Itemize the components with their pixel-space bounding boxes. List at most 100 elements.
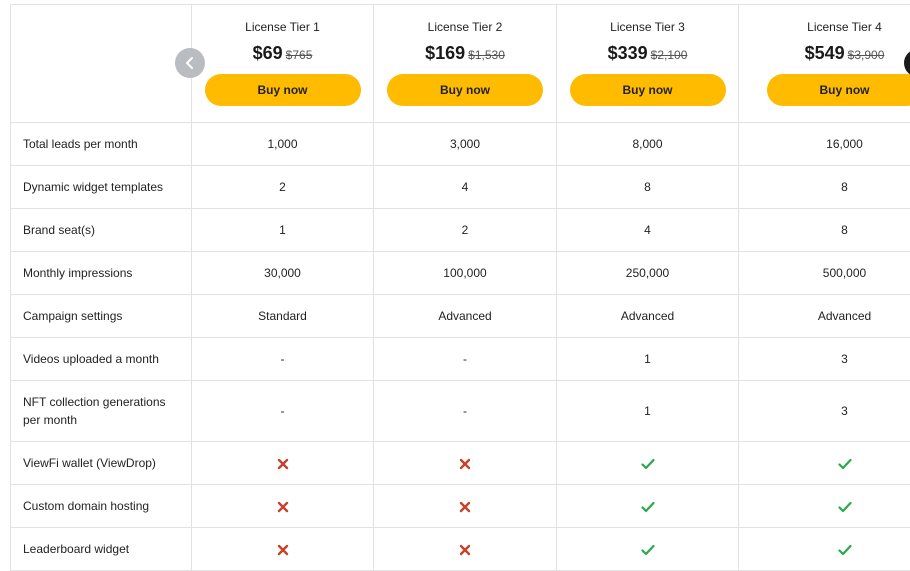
feature-value-cell bbox=[374, 528, 557, 571]
feature-value-cell bbox=[739, 442, 910, 485]
tier-header-row: License Tier 1 $69$765 Buy now License T… bbox=[11, 5, 910, 123]
tier-price: $169 bbox=[425, 43, 465, 63]
feature-value-cell bbox=[192, 528, 374, 571]
feature-row: Videos uploaded a month--13 bbox=[11, 338, 910, 381]
feature-value: 250,000 bbox=[557, 252, 739, 295]
feature-value: 4 bbox=[557, 209, 739, 252]
feature-value: 3 bbox=[739, 338, 910, 381]
feature-label: Campaign settings bbox=[11, 295, 192, 338]
feature-row: NFT collection generations per month--13 bbox=[11, 381, 910, 442]
feature-row: Dynamic widget templates2488 bbox=[11, 166, 910, 209]
feature-label: Total leads per month bbox=[11, 123, 192, 166]
cross-icon bbox=[277, 458, 289, 470]
feature-value-cell bbox=[557, 528, 739, 571]
header-empty-cell bbox=[11, 5, 192, 123]
feature-value: 8,000 bbox=[557, 123, 739, 166]
feature-value: 3 bbox=[739, 381, 910, 442]
feature-row: Campaign settingsStandardAdvancedAdvance… bbox=[11, 295, 910, 338]
cross-icon bbox=[459, 501, 471, 513]
check-icon bbox=[838, 544, 852, 556]
tier-2-header: License Tier 2 $169$1,530 Buy now bbox=[374, 5, 557, 123]
feature-value-cell bbox=[374, 442, 557, 485]
tier-3-header: License Tier 3 $339$2,100 Buy now bbox=[557, 5, 739, 123]
feature-value-cell bbox=[374, 485, 557, 528]
feature-label: Videos uploaded a month bbox=[11, 338, 192, 381]
buy-now-button-tier-4[interactable]: Buy now bbox=[767, 74, 910, 106]
feature-value: 16,000 bbox=[739, 123, 910, 166]
feature-value-cell bbox=[739, 528, 910, 571]
tier-name: License Tier 1 bbox=[192, 20, 373, 34]
feature-rows: Total leads per month1,0003,0008,00016,0… bbox=[11, 123, 910, 571]
tier-1-header: License Tier 1 $69$765 Buy now bbox=[192, 5, 374, 123]
feature-value: 3,000 bbox=[374, 123, 557, 166]
carousel-prev-button[interactable] bbox=[175, 48, 205, 78]
feature-value: 2 bbox=[192, 166, 374, 209]
tier-old-price: $2,100 bbox=[651, 48, 688, 62]
feature-row: Total leads per month1,0003,0008,00016,0… bbox=[11, 123, 910, 166]
feature-value: 2 bbox=[374, 209, 557, 252]
feature-value-cell bbox=[557, 485, 739, 528]
feature-value: 1 bbox=[192, 209, 374, 252]
feature-value-cell bbox=[739, 485, 910, 528]
feature-label: Brand seat(s) bbox=[11, 209, 192, 252]
tier-price: $549 bbox=[805, 43, 845, 63]
feature-row: Monthly impressions30,000100,000250,0005… bbox=[11, 252, 910, 295]
cross-icon bbox=[277, 501, 289, 513]
buy-now-button-tier-1[interactable]: Buy now bbox=[205, 74, 361, 106]
feature-value: 100,000 bbox=[374, 252, 557, 295]
feature-value: Advanced bbox=[739, 295, 910, 338]
cross-icon bbox=[459, 544, 471, 556]
tier-4-header: License Tier 4 $549$3,900 Buy now bbox=[739, 5, 910, 123]
tier-name: License Tier 4 bbox=[739, 20, 910, 34]
feature-value: Standard bbox=[192, 295, 374, 338]
feature-label: Monthly impressions bbox=[11, 252, 192, 295]
feature-value: Advanced bbox=[374, 295, 557, 338]
feature-label: NFT collection generations per month bbox=[11, 381, 192, 442]
feature-value: - bbox=[192, 381, 374, 442]
check-icon bbox=[838, 458, 852, 470]
tier-old-price: $3,900 bbox=[848, 48, 885, 62]
tier-price: $69 bbox=[253, 43, 283, 63]
feature-value: 1 bbox=[557, 338, 739, 381]
chevron-right-icon bbox=[904, 49, 910, 63]
feature-value: 8 bbox=[557, 166, 739, 209]
feature-label: ViewFi wallet (ViewDrop) bbox=[11, 442, 192, 485]
tier-name: License Tier 3 bbox=[557, 20, 738, 34]
feature-value: - bbox=[192, 338, 374, 381]
feature-label: Leaderboard widget bbox=[11, 528, 192, 571]
chevron-left-icon bbox=[184, 56, 196, 70]
feature-value: 8 bbox=[739, 209, 910, 252]
feature-value: 30,000 bbox=[192, 252, 374, 295]
feature-value: - bbox=[374, 381, 557, 442]
buy-now-button-tier-2[interactable]: Buy now bbox=[387, 74, 543, 106]
feature-label: Custom domain hosting bbox=[11, 485, 192, 528]
tier-price-line: $69$765 bbox=[192, 41, 373, 65]
pricing-comparison-table: License Tier 1 $69$765 Buy now License T… bbox=[10, 4, 910, 571]
feature-value: 4 bbox=[374, 166, 557, 209]
feature-value: 1,000 bbox=[192, 123, 374, 166]
feature-row: Custom domain hosting bbox=[11, 485, 910, 528]
feature-row: Brand seat(s)1248 bbox=[11, 209, 910, 252]
buy-now-button-tier-3[interactable]: Buy now bbox=[570, 74, 726, 106]
feature-value-cell bbox=[557, 442, 739, 485]
feature-value: - bbox=[374, 338, 557, 381]
check-icon bbox=[641, 544, 655, 556]
feature-value: 8 bbox=[739, 166, 910, 209]
check-icon bbox=[641, 458, 655, 470]
feature-value: 1 bbox=[557, 381, 739, 442]
tier-price: $339 bbox=[608, 43, 648, 63]
tier-old-price: $1,530 bbox=[468, 48, 505, 62]
check-icon bbox=[641, 501, 655, 513]
feature-value-cell bbox=[192, 442, 374, 485]
feature-label: Dynamic widget templates bbox=[11, 166, 192, 209]
feature-row: Leaderboard widget bbox=[11, 528, 910, 571]
tier-price-line: $339$2,100 bbox=[557, 41, 738, 65]
cross-icon bbox=[459, 458, 471, 470]
feature-value: 500,000 bbox=[739, 252, 910, 295]
tier-price-line: $169$1,530 bbox=[374, 41, 556, 65]
feature-value: Advanced bbox=[557, 295, 739, 338]
tier-name: License Tier 2 bbox=[374, 20, 556, 34]
check-icon bbox=[838, 501, 852, 513]
cross-icon bbox=[277, 544, 289, 556]
feature-value-cell bbox=[192, 485, 374, 528]
